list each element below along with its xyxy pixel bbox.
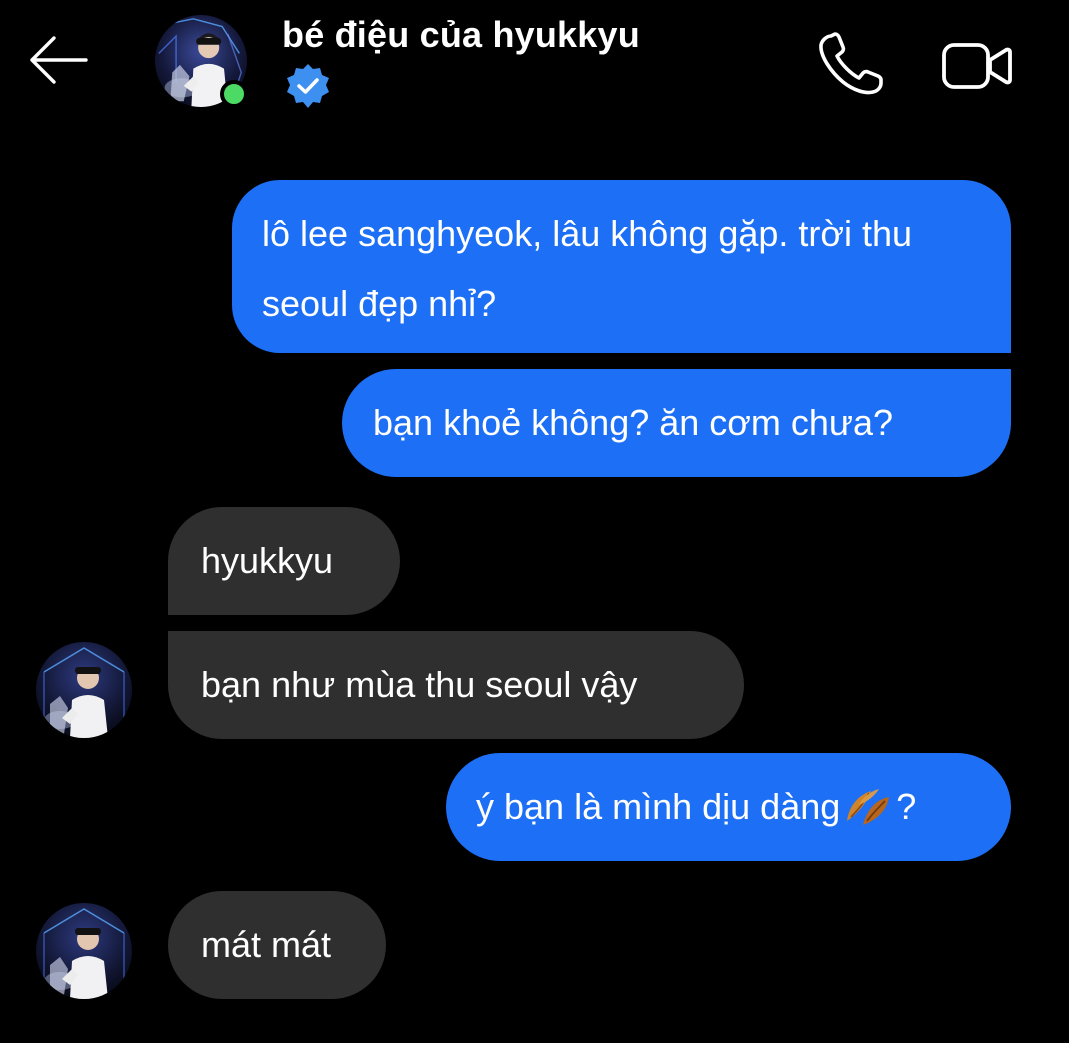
message-text: lô lee sanghyeok, lâu không gặp. trời th… <box>262 213 913 324</box>
received-message[interactable]: hyukkyu <box>168 507 400 615</box>
sender-avatar[interactable] <box>36 642 132 738</box>
sent-message[interactable]: bạn khoẻ không? ăn cơm chưa? <box>342 369 1011 477</box>
sender-avatar[interactable] <box>36 903 132 999</box>
back-button[interactable] <box>22 30 94 90</box>
message-text: bạn như mùa thu seoul vậy <box>201 664 638 705</box>
message-text: ý bạn là mình dịu dàng <box>476 786 841 827</box>
message-text-suffix: ? <box>896 786 917 827</box>
received-message[interactable]: bạn như mùa thu seoul vậy <box>168 631 744 739</box>
received-message[interactable]: mát mát <box>168 891 386 999</box>
phone-icon <box>819 32 883 95</box>
message-text: hyukkyu <box>201 540 334 581</box>
message-text: bạn khoẻ không? ăn cơm chưa? <box>373 402 894 443</box>
fallen-leaf-icon <box>841 777 893 829</box>
video-call-button[interactable] <box>938 34 1016 98</box>
contact-name[interactable]: bé điệu của hyukkyu <box>282 14 640 56</box>
message-text: mát mát <box>201 924 332 965</box>
video-camera-icon <box>942 43 1012 89</box>
sent-message[interactable]: ý bạn là mình dịu dàng ? <box>446 753 1011 861</box>
voice-call-button[interactable] <box>812 28 888 100</box>
arrow-left-icon <box>30 36 88 84</box>
sent-message[interactable]: lô lee sanghyeok, lâu không gặp. trời th… <box>232 180 1011 353</box>
verified-badge-icon <box>284 62 332 110</box>
online-status-dot <box>220 80 248 108</box>
contact-avatar[interactable] <box>155 15 248 108</box>
